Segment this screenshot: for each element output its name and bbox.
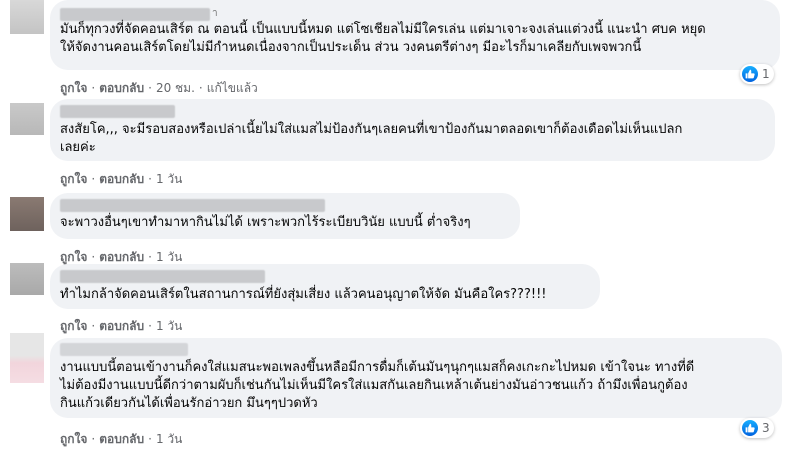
comment-text-line: จะพาวงอื่นๆเขาทำมาหากินไม่ได้ เพราะพวกไร… [60,215,471,230]
reaction-number: 1 [762,67,770,81]
comment-text-line: เลยค่ะ [60,140,96,155]
commenter-name-redacted[interactable] [60,105,175,118]
comment-actions: ถูกใจ · ตอบกลับ · 1 วัน [60,319,183,333]
commenter-name-redacted[interactable] [60,199,325,212]
timestamp[interactable]: 20 ชม. [156,81,195,95]
comment-actions: ถูกใจ · ตอบกลับ · 20 ชม. · แก้ไขแล้ว [60,81,258,95]
timestamp[interactable]: 1 วัน [156,319,182,333]
comment-text-line: ให้จัดงานคอนเสิร์ตโดยไม่มีกำหนดเนื่องจาก… [60,40,642,55]
avatar[interactable] [10,263,44,295]
like-link[interactable]: ถูกใจ [60,172,87,186]
comment-bubble: งานแบบนี้ตอนเข้างานก็คงใส่แมสนะพอเพลงขึ้… [50,338,782,418]
like-link[interactable]: ถูกใจ [60,81,87,95]
commenter-name-fragment: า [212,8,218,19]
comment-bubble: จะพาวงอื่นๆเขาทำมาหากินไม่ได้ เพราะพวกไร… [50,193,520,239]
comment-text-line: สงสัยโค,,, จะมีรอบสองหรือเปล่าเนี้ยไม่ใส… [60,122,683,137]
like-link[interactable]: ถูกใจ [60,432,87,446]
timestamp[interactable]: 1 วัน [156,250,182,264]
comment-actions: ถูกใจ · ตอบกลับ · 1 วัน [60,172,183,186]
timestamp[interactable]: 1 วัน [156,172,182,186]
like-icon [742,66,758,82]
commenter-name-redacted[interactable] [60,270,265,283]
reaction-number: 3 [762,421,770,435]
avatar[interactable] [10,103,44,135]
comment-bubble: า มันก็ทุกวงที่จัดคอนเสิร์ต ณ ตอนนี้ เป็… [50,0,780,70]
reaction-count[interactable]: 1 [740,64,774,84]
reply-link[interactable]: ตอบกลับ [99,81,144,95]
reaction-count[interactable]: 3 [740,418,774,438]
like-link[interactable]: ถูกใจ [60,250,87,264]
commenter-name-redacted[interactable] [60,343,188,356]
comment-bubble: ทำไมกล้าจัดคอนเสิร์ตในสถานการณ์ที่ยังสุ่… [50,264,600,309]
comment-text-line: กินแก้วเดียวกันได้เพื่อนรักอ่าวยก มึนๆๆป… [60,396,318,411]
reply-link[interactable]: ตอบกลับ [99,172,144,186]
avatar[interactable] [10,0,44,34]
comment-text-line: ทำไมกล้าจัดคอนเสิร์ตในสถานการณ์ที่ยังสุ่… [60,287,547,302]
avatar[interactable] [10,333,44,383]
reply-link[interactable]: ตอบกลับ [99,432,144,446]
reply-link[interactable]: ตอบกลับ [99,250,144,264]
timestamp[interactable]: 1 วัน [156,432,182,446]
like-icon [742,420,758,436]
like-link[interactable]: ถูกใจ [60,319,87,333]
comment-text-line: งานแบบนี้ตอนเข้างานก็คงใส่แมสนะพอเพลงขึ้… [60,360,695,375]
comment-actions: ถูกใจ · ตอบกลับ · 1 วัน [60,432,183,446]
avatar[interactable] [10,197,44,231]
commenter-name-redacted[interactable] [60,8,210,21]
comment-text-line: มันก็ทุกวงที่จัดคอนเสิร์ต ณ ตอนนี้ เป็นแ… [60,22,706,37]
comment-text-line: ไม่ต้องมีงานแบบนี้ดีกว่าตามผับก็เช่นกันไ… [60,378,688,393]
comment-bubble: สงสัยโค,,, จะมีรอบสองหรือเปล่าเนี้ยไม่ใส… [50,99,775,161]
reply-link[interactable]: ตอบกลับ [99,319,144,333]
edited-label[interactable]: แก้ไขแล้ว [207,81,258,95]
